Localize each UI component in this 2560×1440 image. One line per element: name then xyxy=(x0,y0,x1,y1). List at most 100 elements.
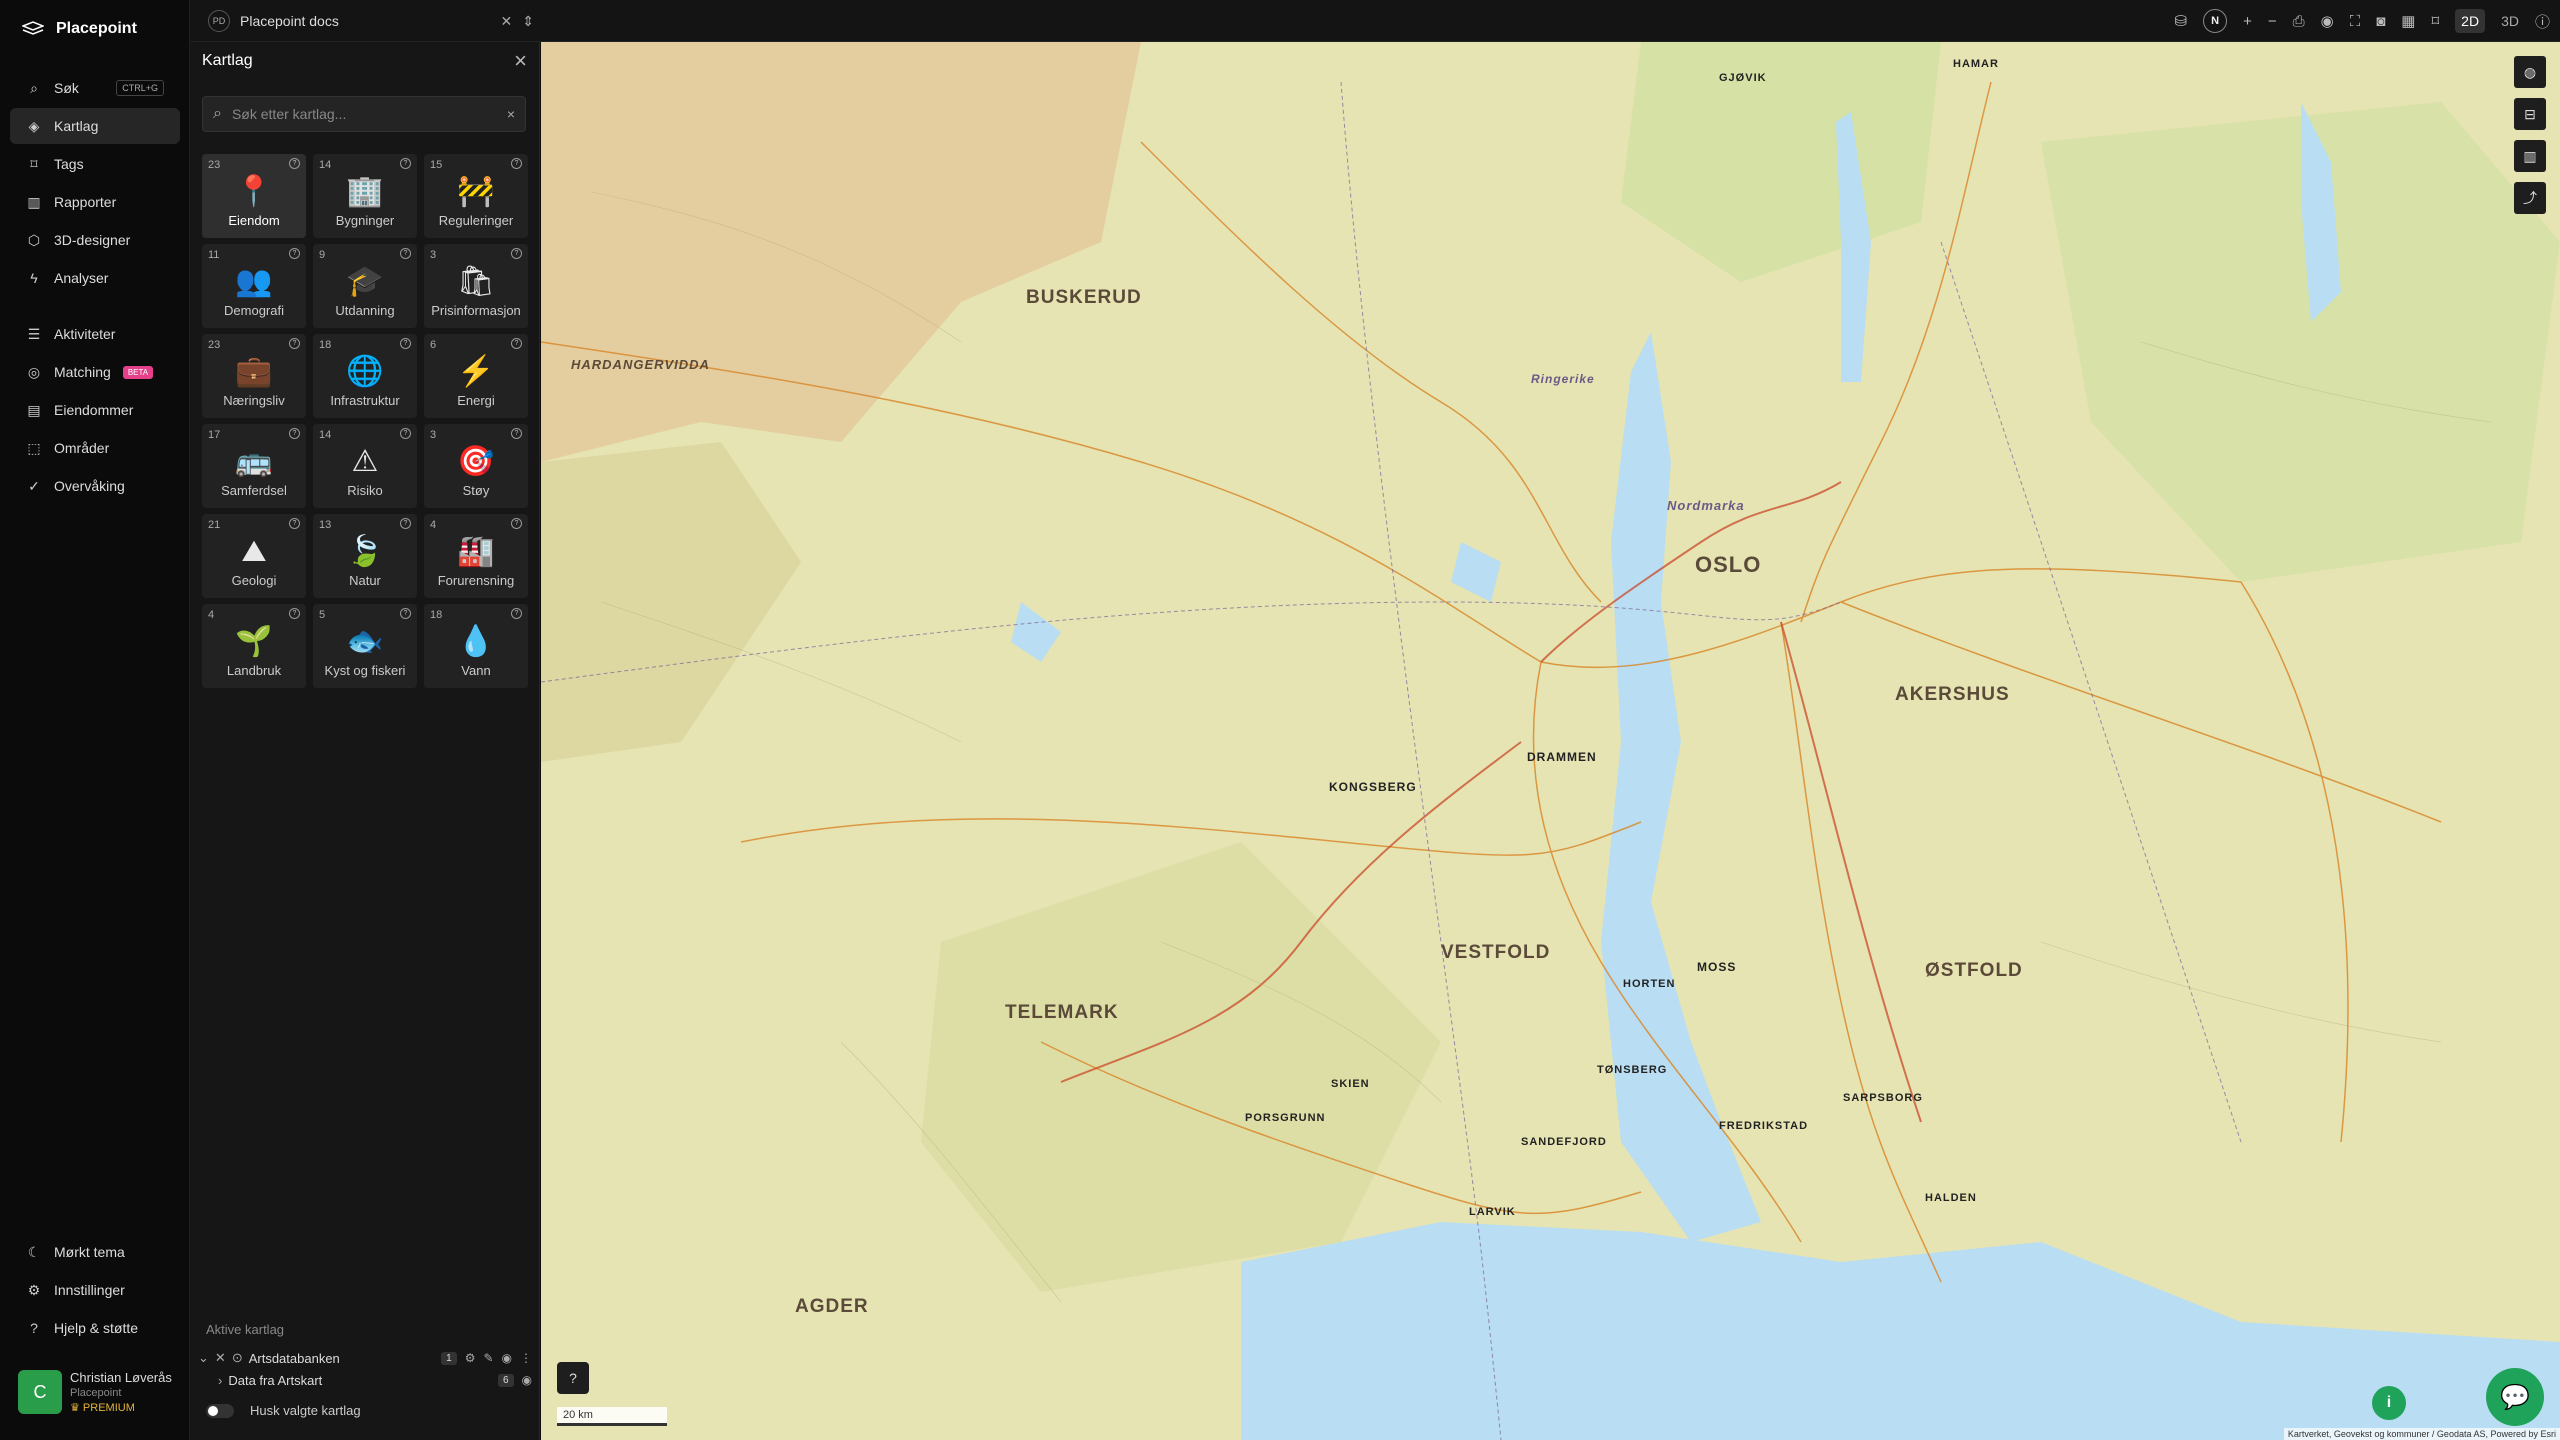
info-icon[interactable]: ? xyxy=(400,338,411,349)
eye-icon[interactable]: ◉ xyxy=(502,1351,512,1365)
info-icon[interactable]: ? xyxy=(289,608,300,619)
nav-item-analyser[interactable]: ϟ Analyser xyxy=(10,260,180,296)
layer-category-tile[interactable]: 3? 🎯 Støy xyxy=(424,424,528,508)
info-icon[interactable]: ? xyxy=(400,428,411,439)
map-label: BUSKERUD xyxy=(1026,287,1142,308)
info-icon[interactable]: ? xyxy=(400,248,411,259)
layer-category-tile[interactable]: 18? 🌐 Infrastruktur xyxy=(313,334,417,418)
layer-category-tile[interactable]: 14? 🏢 Bygninger xyxy=(313,154,417,238)
info-icon[interactable]: ? xyxy=(289,158,300,169)
brand[interactable]: Placepoint xyxy=(22,20,137,38)
remember-toggle[interactable] xyxy=(206,1403,234,1418)
category-icon: 🌐 xyxy=(346,355,384,388)
nav-item-rapporter[interactable]: ▥ Rapporter xyxy=(10,184,180,220)
layer-category-tile[interactable]: 13? 🍃 Natur xyxy=(313,514,417,598)
camera-icon[interactable]: ◙ xyxy=(2376,13,2385,30)
layer-category-tile[interactable]: 4? 🌱 Landbruk xyxy=(202,604,306,688)
nav-item-3d-designer[interactable]: ⬡ 3D-designer xyxy=(10,222,180,258)
chevron-right-icon[interactable]: › xyxy=(218,1373,222,1388)
close-icon[interactable]: ✕ xyxy=(501,13,513,30)
info-icon[interactable]: ? xyxy=(289,248,300,259)
bookmark-icon[interactable]: ⌑ xyxy=(2431,12,2439,30)
nav-item-settings[interactable]: ⚙ Innstillinger xyxy=(10,1272,180,1308)
fullscreen-icon[interactable]: ⛶ xyxy=(2350,13,2361,30)
layer-category-tile[interactable]: 11? 👥 Demografi xyxy=(202,244,306,328)
remember-layers: Husk valgte kartlag xyxy=(190,1403,540,1418)
settings-icon[interactable]: ⚙ xyxy=(465,1351,476,1365)
layer-category-tile[interactable]: 4? 🏭 Forurensning xyxy=(424,514,528,598)
basemap-icon[interactable]: ◍ xyxy=(2514,56,2546,88)
map-view[interactable]: BUSKERUD OSLO AKERSHUS VESTFOLD TELEMARK… xyxy=(541,42,2560,1440)
info-icon[interactable]: ? xyxy=(289,428,300,439)
map-label: SARPSBORG xyxy=(1843,1092,1923,1104)
nav-item-sok[interactable]: ⌕ Søk CTRL+G xyxy=(10,70,180,106)
category-icon: 💧 xyxy=(457,625,495,658)
map-label: Nordmarka xyxy=(1667,498,1745,513)
layer-row[interactable]: ⌄ ✕ ⊙ Artsdatabanken 1 ⚙ ✎ ◉ ⋮ xyxy=(190,1347,540,1369)
layer-category-tile[interactable]: 21? ⛰ Geologi xyxy=(202,514,306,598)
layer-category-tile[interactable]: 15? 🚧 Reguleringer xyxy=(424,154,528,238)
info-icon[interactable]: ? xyxy=(511,338,522,349)
info-icon[interactable]: ? xyxy=(289,338,300,349)
eye-icon[interactable]: ◉ xyxy=(522,1373,532,1387)
nav-item-kartlag[interactable]: ◈ Kartlag xyxy=(10,108,180,144)
eye-icon[interactable]: ◉ xyxy=(2321,12,2334,30)
north-compass[interactable]: N xyxy=(2203,9,2228,33)
layer-row[interactable]: › Data fra Artskart 6 ◉ xyxy=(190,1369,540,1391)
remove-icon[interactable]: ✕ xyxy=(215,1350,226,1366)
chevron-down-icon[interactable]: ⌄ xyxy=(198,1350,209,1366)
chart-icon[interactable]: ▥ xyxy=(2514,140,2546,172)
info-icon[interactable]: ? xyxy=(511,248,522,259)
view-2d-button[interactable]: 2D xyxy=(2455,9,2486,33)
layer-category-tile[interactable]: 3? 🛍 Prisinformasjon xyxy=(424,244,528,328)
tile-count: 11 xyxy=(208,249,220,261)
chevron-updown-icon[interactable]: ⇕ xyxy=(522,13,534,30)
close-icon[interactable]: × xyxy=(514,48,527,74)
layer-category-tile[interactable]: 9? 🎓 Utdanning xyxy=(313,244,417,328)
nav-item-omrader[interactable]: ⬚ Områder xyxy=(10,430,180,466)
info-icon[interactable]: ⓘ xyxy=(2535,11,2550,32)
info-icon[interactable]: ? xyxy=(400,518,411,529)
view-3d-button[interactable]: 3D xyxy=(2501,13,2519,29)
zoom-out-icon[interactable]: − xyxy=(2268,13,2277,30)
info-icon[interactable]: ? xyxy=(400,158,411,169)
layers-stack-icon[interactable]: ⛁ xyxy=(2174,12,2187,30)
document-selector[interactable]: PD Placepoint docs ✕ ⇕ xyxy=(208,6,534,36)
layer-category-tile[interactable]: 5? 🐟 Kyst og fiskeri xyxy=(313,604,417,688)
chat-button[interactable]: 💬 xyxy=(2486,1368,2544,1426)
layer-category-tile[interactable]: 18? 💧 Vann xyxy=(424,604,528,688)
nav-item-eiendommer[interactable]: ▤ Eiendommer xyxy=(10,392,180,428)
category-icon: ⚠ xyxy=(351,445,379,478)
nav-item-aktiviteter[interactable]: ☰ Aktiviteter xyxy=(10,316,180,352)
route-icon[interactable]: ⤴ xyxy=(2514,182,2546,214)
nav-item-matching[interactable]: ◎ Matching BETA xyxy=(10,354,180,390)
info-icon[interactable]: ? xyxy=(511,608,522,619)
info-icon[interactable]: ? xyxy=(511,158,522,169)
layer-category-tile[interactable]: 23? 📍 Eiendom xyxy=(202,154,306,238)
info-icon[interactable]: ? xyxy=(289,518,300,529)
layer-category-tile[interactable]: 17? 🚌 Samferdsel xyxy=(202,424,306,508)
nav-item-help[interactable]: ? Hjelp & støtte xyxy=(10,1310,180,1346)
map-help-icon[interactable]: ? xyxy=(557,1362,589,1394)
layer-category-tile[interactable]: 14? ⚠ Risiko xyxy=(313,424,417,508)
clear-icon[interactable]: × xyxy=(507,106,515,122)
moon-icon: ☾ xyxy=(27,1243,41,1260)
print-icon[interactable]: ⎙ xyxy=(2293,13,2305,30)
info-icon[interactable]: ? xyxy=(511,428,522,439)
measure-icon[interactable]: ⊟ xyxy=(2514,98,2546,130)
more-icon[interactable]: ⋮ xyxy=(520,1351,532,1365)
nav-item-overvaking[interactable]: ✓ Overvåking xyxy=(10,468,180,504)
layer-search-input[interactable] xyxy=(231,106,497,122)
grid-icon[interactable]: ▦ xyxy=(2401,12,2415,30)
nav-item-tags[interactable]: ⌑ Tags xyxy=(10,146,180,182)
tile-count: 5 xyxy=(319,609,326,621)
nav-item-dark-theme[interactable]: ☾ Mørkt tema xyxy=(10,1234,180,1270)
layer-category-tile[interactable]: 6? ⚡ Energi xyxy=(424,334,528,418)
info-icon[interactable]: ? xyxy=(511,518,522,529)
user-profile[interactable]: C Christian Løverås Placepoint ♛ PREMIUM xyxy=(18,1370,172,1414)
zoom-in-icon[interactable]: + xyxy=(2243,13,2252,30)
layer-category-tile[interactable]: 23? 💼 Næringsliv xyxy=(202,334,306,418)
info-icon[interactable]: ? xyxy=(400,608,411,619)
edit-icon[interactable]: ✎ xyxy=(483,1351,493,1365)
info-button[interactable]: i xyxy=(2372,1386,2406,1420)
